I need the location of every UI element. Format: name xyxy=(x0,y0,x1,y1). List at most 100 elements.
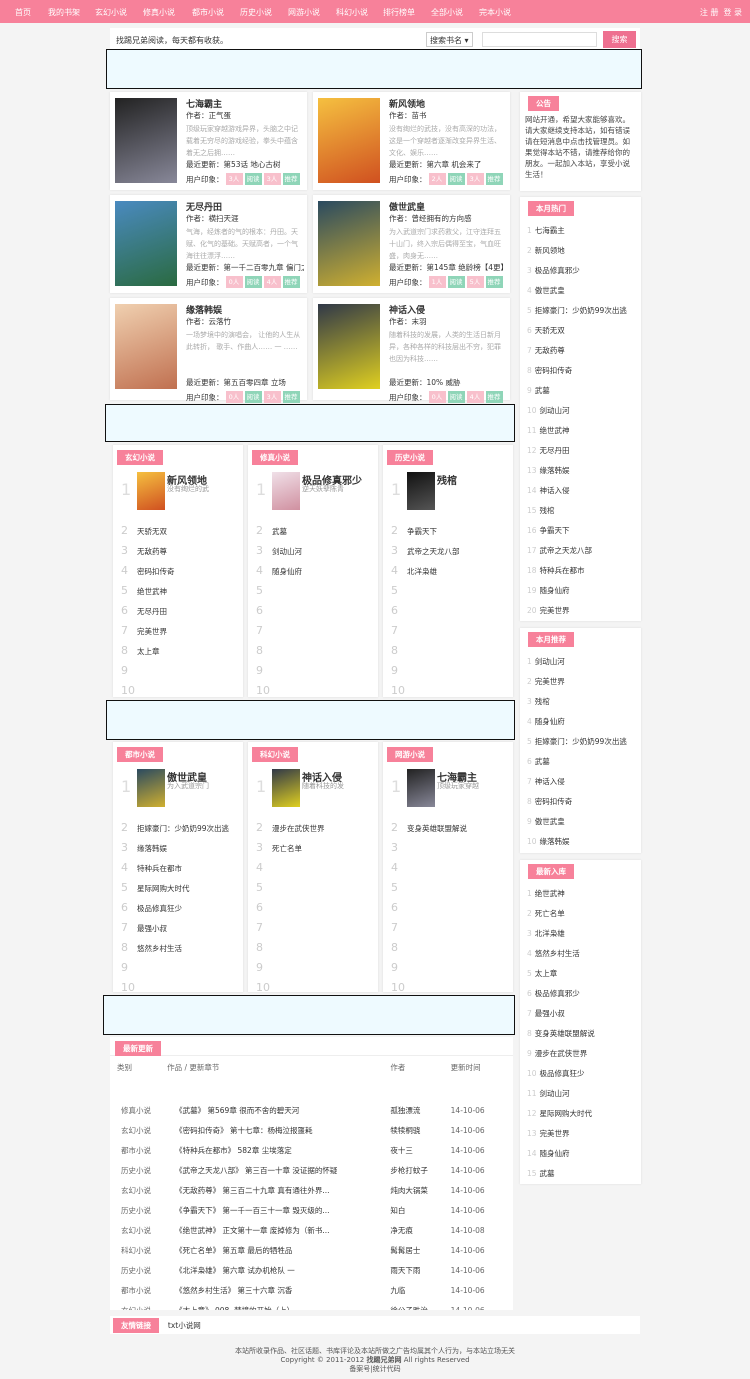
book-cover[interactable] xyxy=(407,769,435,807)
book-cover[interactable] xyxy=(115,98,177,183)
book-title[interactable]: 绝世武神 xyxy=(137,587,167,596)
list-item[interactable]: 10 xyxy=(113,681,243,701)
book-title[interactable]: 随身仙府 xyxy=(535,717,565,726)
list-item[interactable]: 2 死亡名单 xyxy=(520,904,641,924)
list-item[interactable]: 7 xyxy=(383,621,513,641)
book-title[interactable]: 缘落韩娱 xyxy=(540,466,570,475)
list-item[interactable]: 4 随身仙府 xyxy=(520,712,641,732)
list-item[interactable]: 5 太上章 xyxy=(520,964,641,984)
book-title[interactable]: 天骄无双 xyxy=(535,326,565,335)
book-cover[interactable] xyxy=(407,472,435,510)
list-item[interactable]: 4 傲世武皇 xyxy=(520,281,641,301)
book-title[interactable]: 天骄无双 xyxy=(137,527,167,536)
ad-banner[interactable] xyxy=(106,49,642,89)
book-title[interactable]: 密码扣传奇 xyxy=(137,567,175,576)
list-item[interactable]: 5 星际网购大时代 xyxy=(113,878,243,898)
icp-link[interactable]: 备案号|统计代码 xyxy=(100,1365,650,1374)
list-item[interactable]: 5 xyxy=(248,878,378,898)
list-item[interactable]: 14 神话入侵 xyxy=(520,481,641,501)
book-title[interactable]: 北洋枭雄 xyxy=(535,929,565,938)
register-link[interactable]: 注 册 xyxy=(700,8,719,17)
list-item[interactable]: 9 武墓 xyxy=(520,381,641,401)
book-title[interactable]: 傲世武皇 xyxy=(535,286,565,295)
list-item[interactable]: 3 xyxy=(383,838,513,858)
recommend-button[interactable]: 推荐 xyxy=(282,276,300,288)
list-item[interactable]: 9 傲世武皇 xyxy=(520,812,641,832)
ad-banner[interactable] xyxy=(105,404,515,442)
recommend-button[interactable]: 推荐 xyxy=(282,173,300,185)
book-title[interactable]: 完美世界 xyxy=(535,677,565,686)
list-item[interactable]: 4 xyxy=(383,858,513,878)
book-title[interactable]: 剑动山河 xyxy=(540,1089,570,1098)
nav-item[interactable]: 玄幻小说 xyxy=(95,7,127,18)
genre-tag[interactable]: 科幻小说 xyxy=(252,747,298,762)
book-title[interactable]: 残棺 xyxy=(540,506,555,515)
list-item[interactable]: 7 xyxy=(383,918,513,938)
book-title[interactable]: 最强小叔 xyxy=(137,924,167,933)
book-title[interactable]: 最强小叔 xyxy=(535,1009,565,1018)
book-title[interactable]: 缘落韩娱 xyxy=(186,303,304,316)
book-title[interactable]: 悠然乡村生活 xyxy=(535,949,580,958)
book-title[interactable]: 争霸天下 xyxy=(407,527,437,536)
list-item[interactable]: 12 星际网购大时代 xyxy=(520,1104,641,1124)
book-title[interactable]: 星际网购大时代 xyxy=(137,884,190,893)
list-item[interactable]: 4 xyxy=(248,858,378,878)
cell[interactable]: 《悠然乡村生活》 第三十六章 沉香 xyxy=(167,1280,390,1300)
list-item[interactable]: 9 漫步在武侠世界 xyxy=(520,1044,641,1064)
book-title[interactable]: 拒嫁豪门：少奶奶99次出逃 xyxy=(137,824,229,833)
genre-tag[interactable]: 都市小说 xyxy=(117,747,163,762)
site-name-link[interactable]: 找踢兄弟网 xyxy=(367,1356,402,1364)
list-item[interactable]: 18 特种兵在都市 xyxy=(520,561,641,581)
genre-top-book[interactable]: 1 神话入侵 随着科技的发 xyxy=(248,767,378,812)
nav-item[interactable]: 网游小说 xyxy=(288,7,320,18)
book-title[interactable]: 神话入侵 xyxy=(535,777,565,786)
book-title[interactable]: 特种兵在都市 xyxy=(137,864,182,873)
list-item[interactable]: 7 最强小叔 xyxy=(520,1004,641,1024)
list-item[interactable]: 5 拒嫁豪门：少奶奶99次出逃 xyxy=(520,301,641,321)
latest-chapter[interactable]: 最近更新：第53话 地心古树 xyxy=(186,159,304,173)
book-cover[interactable] xyxy=(318,201,380,286)
book-title[interactable]: 漫步在武侠世界 xyxy=(535,1049,588,1058)
book-title[interactable]: 漫步在武侠世界 xyxy=(272,824,325,833)
nav-item[interactable]: 首页 xyxy=(15,7,31,18)
list-item[interactable]: 7 xyxy=(248,918,378,938)
read-button[interactable]: 阅读 xyxy=(244,173,262,185)
list-item[interactable]: 8 xyxy=(248,938,378,958)
read-button[interactable]: 阅读 xyxy=(447,276,465,288)
book-cover[interactable] xyxy=(137,769,165,807)
book-title[interactable]: 无敌药尊 xyxy=(535,346,565,355)
list-item[interactable]: 16 争霸天下 xyxy=(520,521,641,541)
list-item[interactable]: 5 xyxy=(383,581,513,601)
recommend-button[interactable]: 推荐 xyxy=(485,391,503,403)
list-item[interactable]: 10 剑动山河 xyxy=(520,401,641,421)
book-title[interactable]: 完美世界 xyxy=(540,606,570,615)
list-item[interactable]: 2 新风领地 xyxy=(520,241,641,261)
list-item[interactable]: 3 武帝之天龙八部 xyxy=(383,541,513,561)
book-title[interactable]: 拒嫁豪门：少奶奶99次出逃 xyxy=(535,737,627,746)
genre-top-book[interactable]: 1 新风领地 没有绚烂的武 xyxy=(113,470,243,515)
cell[interactable]: 《争霸天下》 第一千一百三十一章 毁灭级的... xyxy=(167,1200,390,1220)
list-item[interactable]: 8 悠然乡村生活 xyxy=(113,938,243,958)
genre-top-book[interactable]: 1 极品修真邪少 逆天妖孽陈青 xyxy=(248,470,378,515)
list-item[interactable]: 5 拒嫁豪门：少奶奶99次出逃 xyxy=(520,732,641,752)
list-item[interactable]: 6 xyxy=(248,898,378,918)
list-item[interactable]: 7 神话入侵 xyxy=(520,772,641,792)
book-title[interactable]: 傲世武皇 xyxy=(535,817,565,826)
book-title[interactable]: 新风领地 xyxy=(389,97,507,110)
list-item[interactable]: 4 特种兵在都市 xyxy=(113,858,243,878)
book-title[interactable]: 武墓 xyxy=(535,757,550,766)
list-item[interactable]: 8 密码扣传奇 xyxy=(520,361,641,381)
list-item[interactable]: 8 太上章 xyxy=(113,641,243,661)
list-item[interactable]: 2 拒嫁豪门：少奶奶99次出逃 xyxy=(113,818,243,838)
book-title[interactable]: 无敌药尊 xyxy=(137,547,167,556)
list-item[interactable]: 1 七海霸主 xyxy=(520,221,641,241)
book-cover[interactable] xyxy=(272,472,300,510)
book-title[interactable]: 随身仙府 xyxy=(540,1149,570,1158)
list-item[interactable]: 12 无尽丹田 xyxy=(520,441,641,461)
book-title[interactable]: 无尽丹田 xyxy=(137,607,167,616)
book-title[interactable]: 极品修真邪少 xyxy=(535,989,580,998)
list-item[interactable]: 3 剑动山河 xyxy=(248,541,378,561)
list-item[interactable]: 10 极品修真狂少 xyxy=(520,1064,641,1084)
nav-item[interactable]: 排行榜单 xyxy=(383,7,415,18)
nav-item[interactable]: 历史小说 xyxy=(240,7,272,18)
